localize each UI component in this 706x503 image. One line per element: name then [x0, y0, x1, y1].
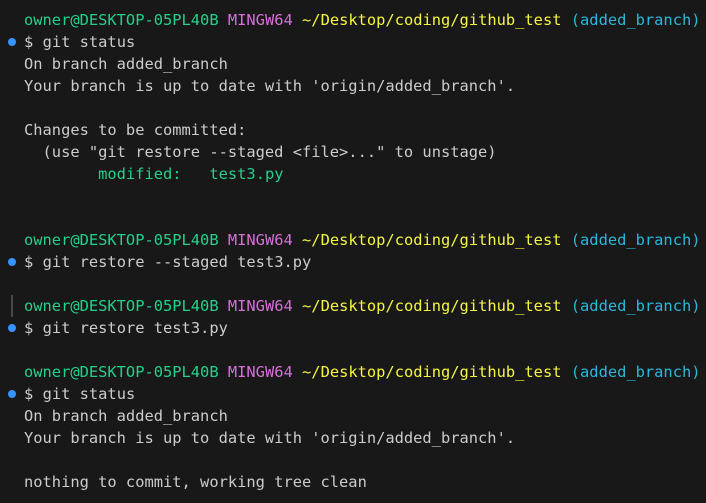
- command-text: git status: [42, 33, 136, 51]
- output-line: Changes to be committed:: [24, 121, 247, 139]
- prompt-user-host: owner@DESKTOP-05PL40B: [24, 231, 219, 249]
- prompt-path: ~/Desktop/coding/github_test: [302, 231, 562, 249]
- prompt-branch: (added_branch): [570, 297, 701, 315]
- command-decoration-dot-icon[interactable]: [8, 324, 16, 332]
- prompt-branch: (added_branch): [570, 363, 701, 381]
- command-line: $ git status: [24, 31, 135, 53]
- output-line: Your branch is up to date with 'origin/a…: [24, 77, 516, 95]
- prompt-path: ~/Desktop/coding/github_test: [302, 11, 562, 29]
- prompt-symbol: $: [24, 253, 34, 271]
- command-line: $ git restore --staged test3.py: [24, 251, 311, 273]
- prompt-shell: MINGW64: [227, 363, 293, 381]
- prompt-line: owner@DESKTOP-05PL40B MINGW64 ~/Desktop/…: [24, 9, 701, 31]
- prompt-line: owner@DESKTOP-05PL40B MINGW64 ~/Desktop/…: [24, 229, 701, 251]
- prompt-symbol: $: [24, 319, 34, 337]
- prompt-path: ~/Desktop/coding/github_test: [302, 297, 562, 315]
- command-text: git status: [42, 385, 136, 403]
- command-text: git restore --staged test3.py: [42, 253, 312, 271]
- command-decoration-dot-icon[interactable]: [8, 258, 16, 266]
- output-line: (use "git restore --staged <file>..." to…: [24, 143, 497, 161]
- output-line: On branch added_branch: [24, 407, 228, 425]
- prompt-symbol: $: [24, 385, 34, 403]
- output-line: nothing to commit, working tree clean: [24, 473, 367, 491]
- prompt-user-host: owner@DESKTOP-05PL40B: [24, 11, 219, 29]
- prompt-path: ~/Desktop/coding/github_test: [302, 363, 562, 381]
- modified-line: modified: test3.py: [24, 163, 284, 185]
- prompt-symbol: $: [24, 33, 34, 51]
- prompt-user-host: owner@DESKTOP-05PL40B: [24, 363, 219, 381]
- prompt-line: owner@DESKTOP-05PL40B MINGW64 ~/Desktop/…: [24, 361, 701, 383]
- prompt-branch: (added_branch): [570, 11, 701, 29]
- prompt-shell: MINGW64: [227, 11, 293, 29]
- terminal-panel[interactable]: owner@DESKTOP-05PL40B MINGW64 ~/Desktop/…: [0, 0, 706, 503]
- modified-label: modified:: [98, 165, 182, 183]
- prompt-user-host: owner@DESKTOP-05PL40B: [24, 297, 219, 315]
- modified-file: test3.py: [209, 165, 284, 183]
- prompt-line: owner@DESKTOP-05PL40B MINGW64 ~/Desktop/…: [24, 295, 701, 317]
- command-decoration-dot-icon[interactable]: [8, 38, 16, 46]
- command-line: $ git status: [24, 383, 135, 405]
- command-separator-bar: [11, 295, 13, 317]
- output-line: Your branch is up to date with 'origin/a…: [24, 429, 516, 447]
- command-decoration-dot-icon[interactable]: [8, 390, 16, 398]
- prompt-branch: (added_branch): [570, 231, 701, 249]
- command-line: $ git restore test3.py: [24, 317, 228, 339]
- output-line: On branch added_branch: [24, 55, 228, 73]
- command-text: git restore test3.py: [42, 319, 228, 337]
- prompt-shell: MINGW64: [227, 297, 293, 315]
- prompt-shell: MINGW64: [227, 231, 293, 249]
